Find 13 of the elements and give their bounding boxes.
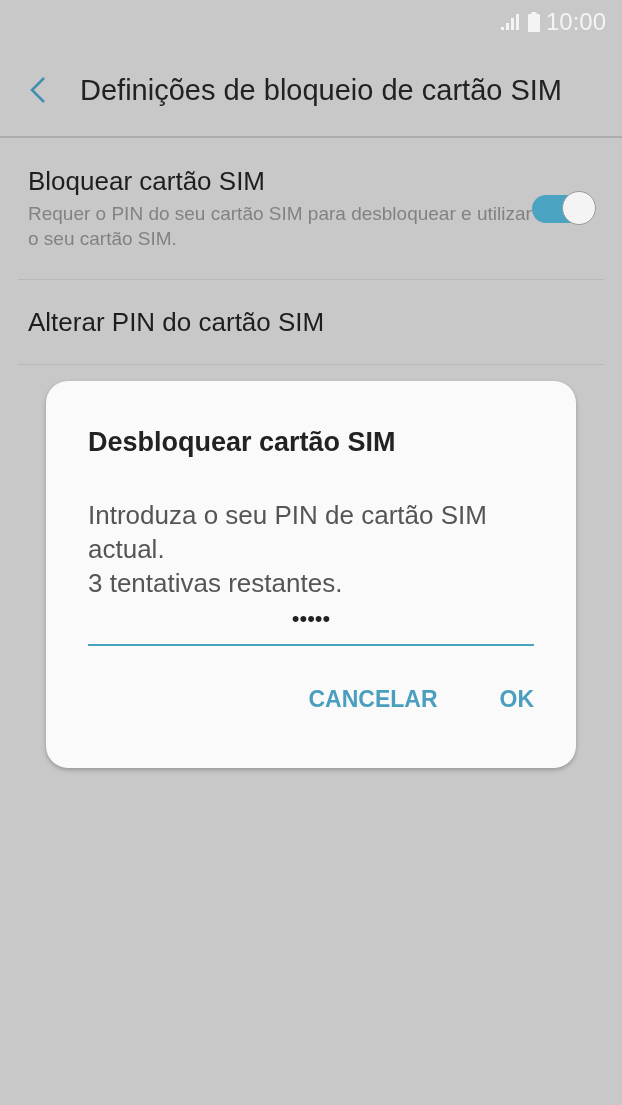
screen-title: Definições de bloqueio de cartão SIM (80, 73, 562, 107)
pin-input-field[interactable]: ••••• (88, 602, 534, 646)
setting-description: Requer o PIN do seu cartão SIM para desbloquear e utilizar o seu cartão SIM. (28, 202, 532, 251)
setting-title: Bloquear cartão SIM (28, 166, 266, 197)
dialog-message: Introduza o seu PIN de cartão SIM actual. 3 tentativas restantes. (88, 499, 488, 600)
toggle-switch[interactable] (532, 190, 596, 227)
setting-row[interactable]: Bloquear cartão SIM Requer o PIN do seu cartão SIM para desbloquear e utilizar o seu cartão SIM. (18, 138, 604, 280)
setting-title: Alterar PIN do cartão SIM (28, 306, 325, 338)
back-button[interactable] (28, 75, 48, 105)
dialog-title: Desbloquear cartão SIM (88, 427, 397, 458)
setting-row[interactable]: Alterar PIN do cartão SIM (18, 280, 604, 365)
signal-icon (499, 13, 522, 31)
battery-icon (527, 12, 540, 32)
